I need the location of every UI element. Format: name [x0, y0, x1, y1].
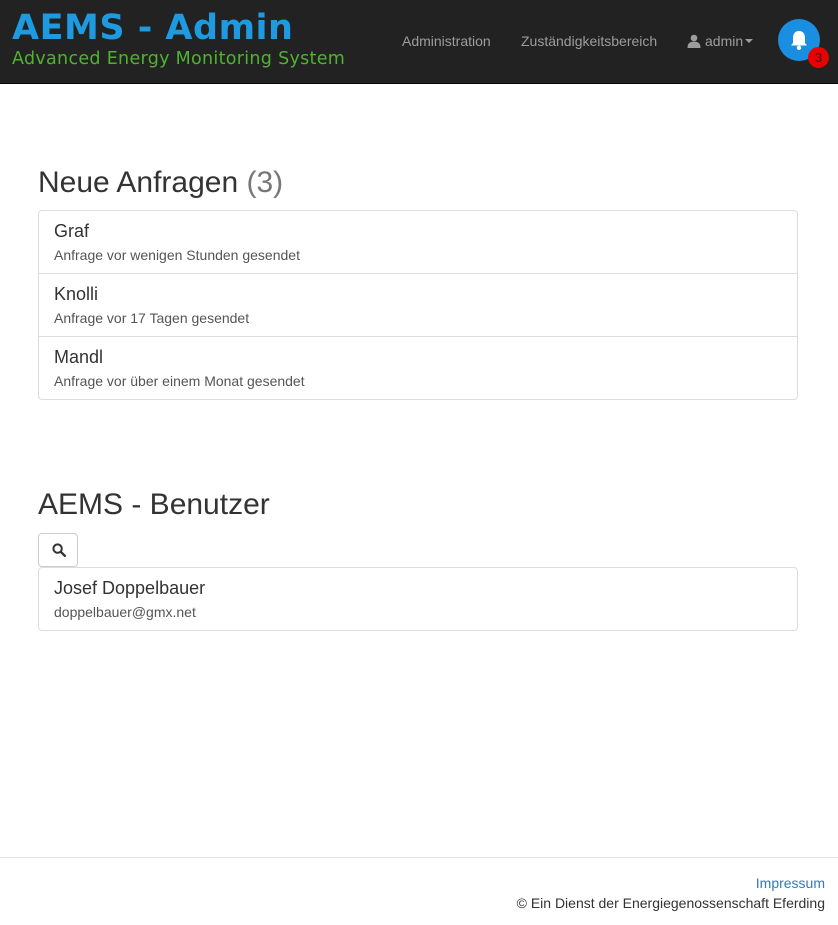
request-info: Anfrage vor wenigen Stunden gesendet: [54, 247, 300, 263]
notification-badge: 3: [808, 47, 829, 68]
footer-divider: [0, 857, 838, 858]
caret-down-icon: [745, 39, 754, 43]
users-list: Josef Doppelbauer doppelbauer@gmx.net: [38, 567, 798, 631]
user-menu[interactable]: admin: [687, 32, 754, 50]
users-heading: AEMS - Benutzer: [38, 488, 270, 521]
requests-count: (3): [246, 166, 284, 199]
requests-title: Neue Anfragen: [38, 166, 239, 199]
user-item[interactable]: Josef Doppelbauer doppelbauer@gmx.net: [39, 568, 797, 631]
bell-icon: [791, 31, 807, 50]
request-info: Anfrage vor 17 Tagen gesendet: [54, 310, 250, 326]
brand-subtitle: Advanced Energy Monitoring System: [12, 49, 346, 69]
requests-list: Graf Anfrage vor wenigen Stunden gesende…: [38, 210, 798, 400]
request-info: Anfrage vor über einem Monat gesendet: [54, 373, 305, 389]
request-name: Mandl: [54, 347, 104, 367]
request-item-knolli[interactable]: Knolli Anfrage vor 17 Tagen gesendet: [39, 274, 797, 337]
navbar: AEMS - Admin Advanced Energy Monitoring …: [0, 0, 838, 84]
user-email: doppelbauer@gmx.net: [54, 604, 196, 620]
footer-copyright: © Ein Dienst der Energiegenossenschaft E…: [516, 895, 825, 911]
user-full-name: Josef Doppelbauer: [54, 578, 206, 598]
user-icon: [687, 34, 701, 48]
impressum-link[interactable]: Impressum: [756, 875, 825, 891]
user-name: admin: [705, 33, 744, 49]
requests-heading: Neue Anfragen (3): [38, 166, 283, 200]
nav-responsibility[interactable]: Zuständigkeitsbereich: [521, 32, 657, 50]
request-name: Graf: [54, 221, 90, 241]
nav-administration[interactable]: Administration: [402, 32, 491, 50]
request-item-mandl[interactable]: Mandl Anfrage vor über einem Monat gesen…: [39, 337, 797, 400]
request-item-graf[interactable]: Graf Anfrage vor wenigen Stunden gesende…: [39, 211, 797, 274]
brand-logo[interactable]: AEMS - Admin Advanced Energy Monitoring …: [12, 8, 345, 69]
search-icon: [52, 543, 66, 557]
brand-title: AEMS - Admin: [12, 8, 294, 48]
request-name: Knolli: [54, 284, 99, 304]
search-button[interactable]: [38, 533, 78, 567]
